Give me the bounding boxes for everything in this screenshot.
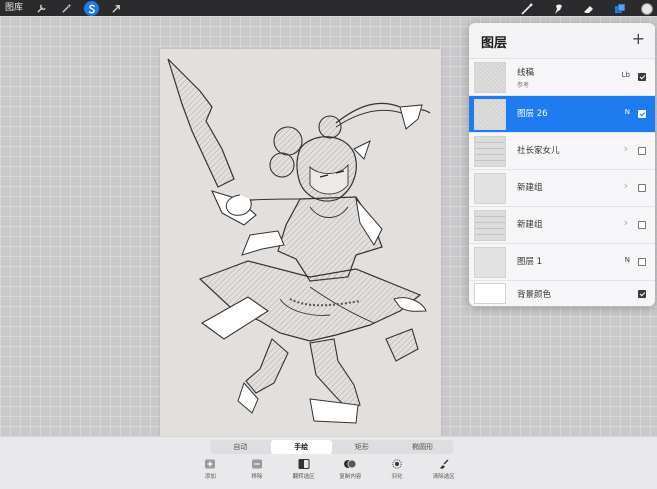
selection-toolbar: 自动 手绘 矩形 椭圆形 添加 移除 翻转选区 复制内容 羽化 清除选区 [0, 436, 657, 489]
chevron-right-icon[interactable]: › [624, 142, 628, 155]
layer-name: 图层 26 [517, 109, 548, 119]
selection-mode-segmented-control: 自动 手绘 矩形 椭圆形 [210, 440, 453, 454]
blend-mode-label[interactable]: N [625, 108, 630, 116]
group-thumbnail [474, 173, 506, 204]
visibility-checkbox[interactable] [638, 147, 646, 155]
mode-rectangle[interactable]: 矩形 [332, 440, 393, 454]
action-label: 清除选区 [432, 474, 455, 480]
layers-panel-title: 图层 [481, 36, 508, 51]
action-label: 复制内容 [339, 474, 362, 480]
layer-name: 新建组 [517, 183, 543, 193]
visibility-checkbox[interactable] [638, 184, 646, 192]
selection-s-icon[interactable] [84, 1, 100, 16]
layer-group-row[interactable]: 社长家女儿 › [469, 133, 655, 170]
blend-mode-label[interactable]: Lb [622, 71, 630, 79]
feather-button[interactable]: 羽化 [374, 459, 421, 487]
gallery-button[interactable]: 图库 [0, 0, 29, 17]
top-toolbar: 图库 [0, 0, 657, 17]
group-thumbnail [474, 136, 506, 167]
visibility-checkbox[interactable] [638, 73, 646, 81]
layer-name: 背景颜色 [517, 290, 552, 300]
invert-icon [298, 459, 310, 469]
mode-freehand[interactable]: 手绘 [270, 440, 332, 454]
chevron-right-icon[interactable]: › [624, 216, 628, 229]
clear-selection-icon [439, 459, 449, 469]
copy-paste-button[interactable]: 复制内容 [327, 459, 374, 487]
action-label: 添加 [204, 474, 216, 480]
remove-button[interactable]: 移除 [234, 459, 281, 487]
layer-name: 社长家女儿 [517, 146, 560, 156]
eraser-icon[interactable] [581, 1, 596, 16]
action-label: 翻转选区 [292, 474, 315, 480]
selection-actions: 添加 移除 翻转选区 复制内容 羽化 清除选区 [187, 459, 467, 487]
action-label: 移除 [251, 474, 263, 480]
chevron-right-icon[interactable]: › [624, 179, 628, 192]
invert-button[interactable]: 翻转选区 [280, 459, 327, 487]
magic-wand-icon[interactable] [59, 1, 74, 16]
layer-thumbnail [474, 247, 506, 278]
layer-name: 新建组 [517, 220, 543, 230]
layer-group-row[interactable]: 新建组 › [469, 170, 655, 207]
brush-icon[interactable] [519, 1, 534, 16]
blend-mode-label[interactable]: N [625, 256, 630, 264]
plus-box-icon [205, 459, 216, 469]
feather-icon [392, 459, 402, 469]
layer-name: 线稿 [517, 68, 535, 78]
layers-panel: 图层 + 线稿 参考 Lb 图层 26 N 社长家女儿 › 新建组 › 新建组 … [469, 23, 655, 306]
action-label: 羽化 [391, 474, 403, 480]
layer-row-lineart[interactable]: 线稿 参考 Lb [469, 59, 655, 96]
visibility-checkbox[interactable] [638, 258, 646, 266]
add-button[interactable]: 添加 [187, 459, 234, 487]
minus-box-icon [252, 459, 262, 469]
layer-thumbnail [474, 99, 506, 130]
drawing-canvas[interactable] [160, 49, 441, 437]
layer-row-26[interactable]: 图层 26 N [469, 96, 655, 133]
layers-icon[interactable] [612, 1, 627, 16]
toolbar-right-group [511, 0, 653, 17]
visibility-checkbox[interactable] [638, 221, 646, 229]
layer-thumbnail [474, 62, 506, 93]
layer-name: 图层 1 [517, 257, 543, 267]
background-color-row[interactable]: 背景颜色 [469, 281, 655, 306]
mode-automatic[interactable]: 自动 [210, 440, 271, 454]
layer-row-1[interactable]: 图层 1 N [469, 244, 655, 281]
line-art-illustration [167, 58, 431, 424]
layer-group-row[interactable]: 新建组 › [469, 207, 655, 244]
layers-panel-header: 图层 + [469, 23, 655, 59]
layer-reference-tag: 参考 [517, 82, 530, 89]
visibility-checkbox[interactable] [638, 110, 646, 118]
wrench-icon[interactable] [34, 1, 49, 16]
visibility-checkbox[interactable] [638, 290, 646, 298]
background-color-swatch [474, 283, 506, 304]
mode-ellipse[interactable]: 椭圆形 [392, 440, 453, 454]
add-layer-button[interactable]: + [632, 29, 645, 48]
smudge-icon[interactable] [550, 1, 565, 16]
group-thumbnail [474, 210, 506, 241]
clear-selection-button[interactable]: 清除选区 [420, 459, 467, 487]
color-picker-icon[interactable] [641, 2, 653, 15]
copy-paste-icon [344, 459, 357, 469]
arrow-cursor-icon[interactable] [109, 1, 124, 16]
